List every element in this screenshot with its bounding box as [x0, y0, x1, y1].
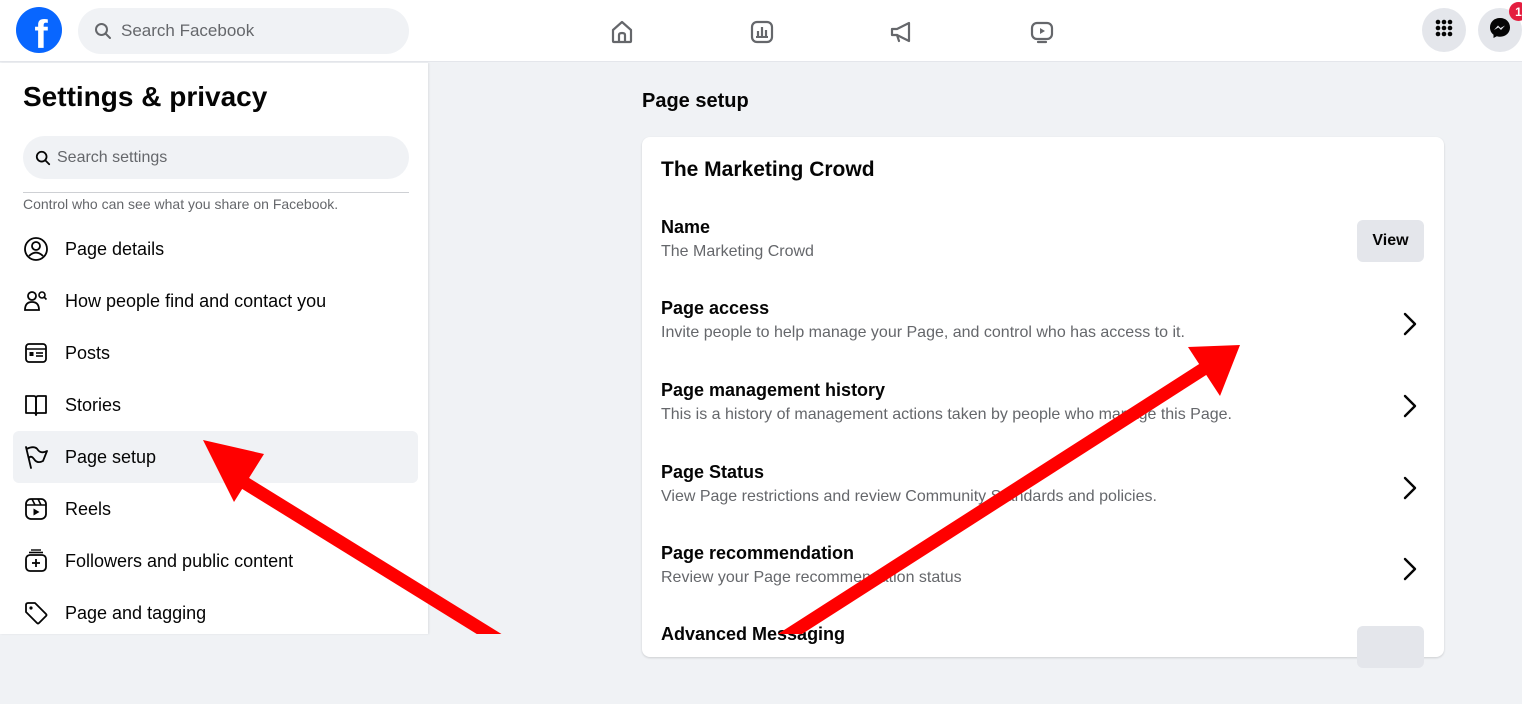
row-subtitle: View Page restrictions and review Commun…	[661, 488, 1157, 505]
sidebar-item-page-and-tagging[interactable]: Page and tagging	[13, 587, 418, 639]
flag-icon	[22, 443, 50, 471]
messenger-icon	[1489, 17, 1511, 44]
sidebar-item-label: Stories	[65, 394, 122, 415]
search-icon	[94, 22, 112, 40]
sidebar-item-label: Followers and public content	[65, 550, 294, 571]
search-settings-input[interactable]: Search settings	[23, 136, 409, 179]
page-title: Page setup	[642, 90, 749, 112]
chevron-right-icon	[1398, 310, 1422, 338]
settings-sidebar: Settings & privacy Search settings Contr…	[0, 63, 428, 634]
card-title: The Marketing Crowd	[661, 158, 875, 181]
person-circle-icon	[22, 235, 50, 263]
row-subtitle: This is a history of management actions …	[661, 406, 1232, 423]
chevron-right-icon	[1398, 392, 1422, 420]
row-subtitle: The Marketing Crowd	[661, 243, 814, 260]
row-title: Page Status	[661, 462, 765, 482]
sidebar-item-label: Page and tagging	[65, 602, 207, 623]
search-icon	[35, 150, 51, 166]
sidebar-item-label: How people find and contact you	[65, 290, 327, 311]
sidebar-item-label: Posts	[65, 342, 111, 363]
row-title: Page access	[661, 298, 770, 318]
row-page-recommendation[interactable]: Page recommendation Review your Page rec…	[642, 543, 1444, 623]
sidebar-title: Settings & privacy	[23, 81, 268, 112]
sidebar-item-label: Page details	[65, 238, 165, 259]
followers-icon	[22, 547, 50, 575]
view-name-button[interactable]: View	[1357, 220, 1424, 262]
video-icon[interactable]	[1024, 14, 1060, 50]
row-page-management-history[interactable]: Page management history This is a histor…	[642, 380, 1444, 460]
search-placeholder: Search Facebook	[121, 21, 255, 40]
sidebar-item-how-people-find[interactable]: How people find and contact you	[13, 275, 418, 327]
chevron-right-icon	[1398, 474, 1422, 502]
book-icon	[22, 391, 50, 419]
insights-icon[interactable]	[744, 14, 780, 50]
row-advanced-messaging[interactable]: Advanced Messaging	[642, 624, 1444, 704]
chevron-right-icon	[1398, 555, 1422, 583]
home-icon[interactable]	[604, 14, 640, 50]
sidebar-divider	[23, 192, 409, 193]
row-title: Advanced Messaging	[661, 624, 846, 644]
search-settings-placeholder: Search settings	[57, 148, 168, 166]
row-page-status[interactable]: Page Status View Page restrictions and r…	[642, 462, 1444, 542]
top-navigation-bar: f Search Facebook 1	[0, 0, 1522, 62]
advanced-messaging-button[interactable]	[1357, 626, 1424, 668]
svg-text:f: f	[34, 13, 48, 53]
row-name: Name The Marketing Crowd	[642, 217, 1444, 297]
search-facebook-input[interactable]: Search Facebook	[78, 8, 409, 54]
sidebar-item-followers[interactable]: Followers and public content	[13, 535, 418, 587]
sidebar-item-stories[interactable]: Stories	[13, 379, 418, 431]
tag-icon	[22, 599, 50, 627]
sidebar-item-posts[interactable]: Posts	[13, 327, 418, 379]
sidebar-item-page-details[interactable]: Page details	[13, 223, 418, 275]
sidebar-item-label: Page setup	[65, 446, 157, 467]
page-setup-card: The Marketing Crowd Name The Marketing C…	[642, 137, 1444, 668]
sidebar-item-reels[interactable]: Reels	[13, 483, 418, 535]
messenger-button[interactable]: 1	[1478, 2, 1522, 52]
megaphone-icon[interactable]	[884, 14, 920, 50]
notification-badge: 1	[1509, 2, 1522, 21]
row-subtitle: Invite people to help manage your Page, …	[661, 324, 1185, 341]
menu-grid-button[interactable]	[1422, 8, 1466, 52]
reels-icon	[22, 495, 50, 523]
row-title: Page recommendation	[661, 543, 855, 563]
row-subtitle: Review your Page recommendation status	[661, 569, 962, 586]
sidebar-item-label: Reels	[65, 498, 112, 519]
row-title: Page management history	[661, 380, 886, 400]
sidebar-description: Control who can see what you share on Fa…	[23, 196, 339, 212]
grid-menu-icon	[1434, 18, 1454, 43]
post-icon	[22, 339, 50, 367]
facebook-logo-icon[interactable]: f	[16, 7, 62, 53]
people-search-icon	[22, 287, 50, 315]
row-title: Name	[661, 217, 711, 237]
sidebar-item-page-setup[interactable]: Page setup	[13, 431, 418, 483]
row-page-access[interactable]: Page access Invite people to help manage…	[642, 298, 1444, 378]
